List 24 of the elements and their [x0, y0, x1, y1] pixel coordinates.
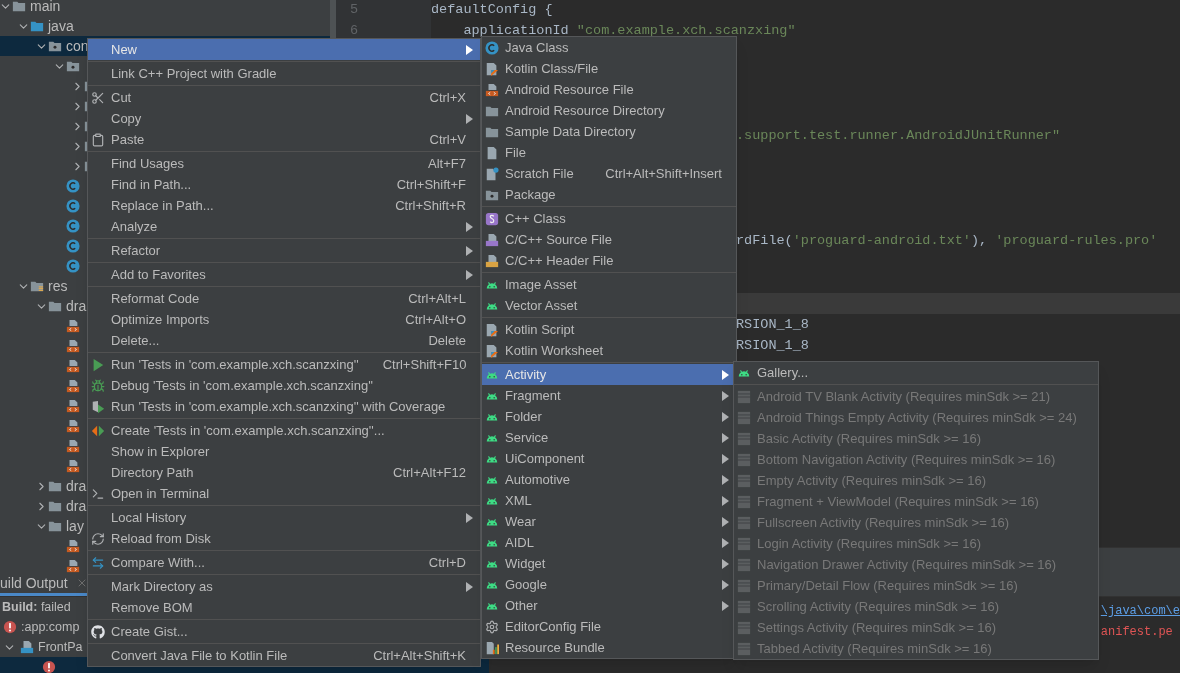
shortcut: Alt+F7 [428, 154, 466, 173]
shortcut: Ctrl+Alt+Shift+Insert [605, 164, 722, 183]
code-text: defaultConfig { [431, 3, 553, 16]
shortcut: Ctrl+Alt+O [405, 310, 466, 329]
code-text: RSION_1_8 [736, 339, 809, 352]
shortcut: Ctrl+Shift+R [395, 196, 466, 215]
code-text: 'proguard-android.txt' [792, 234, 971, 247]
shortcut: Ctrl+Alt+L [408, 289, 466, 308]
code-text: RSION_1_8 [736, 318, 809, 331]
shortcut: Ctrl+Alt+Shift+K [373, 646, 466, 665]
code-text: "com.example.xch.scanzxing" [576, 24, 796, 37]
shortcut: Ctrl+X [429, 88, 466, 107]
code-text: applicationId [462, 24, 570, 37]
code-text: rdFile( [736, 234, 793, 247]
shortcut: Ctrl+Shift+F [396, 175, 466, 194]
shortcut: Ctrl+Alt+F12 [393, 463, 466, 482]
console-error-text: anifest.pe [1100, 624, 1173, 641]
shortcut: Ctrl+V [429, 130, 466, 149]
shortcut: Ctrl+D [428, 553, 466, 572]
code-text: .support.test.runner.AndroidJUnitRunner" [736, 129, 1061, 142]
shortcut: Ctrl+Shift+F10 [382, 355, 467, 374]
code-text: 'proguard-rules.pro' [995, 234, 1158, 247]
code-text: ), [970, 234, 989, 247]
shortcut: Delete [428, 331, 466, 350]
